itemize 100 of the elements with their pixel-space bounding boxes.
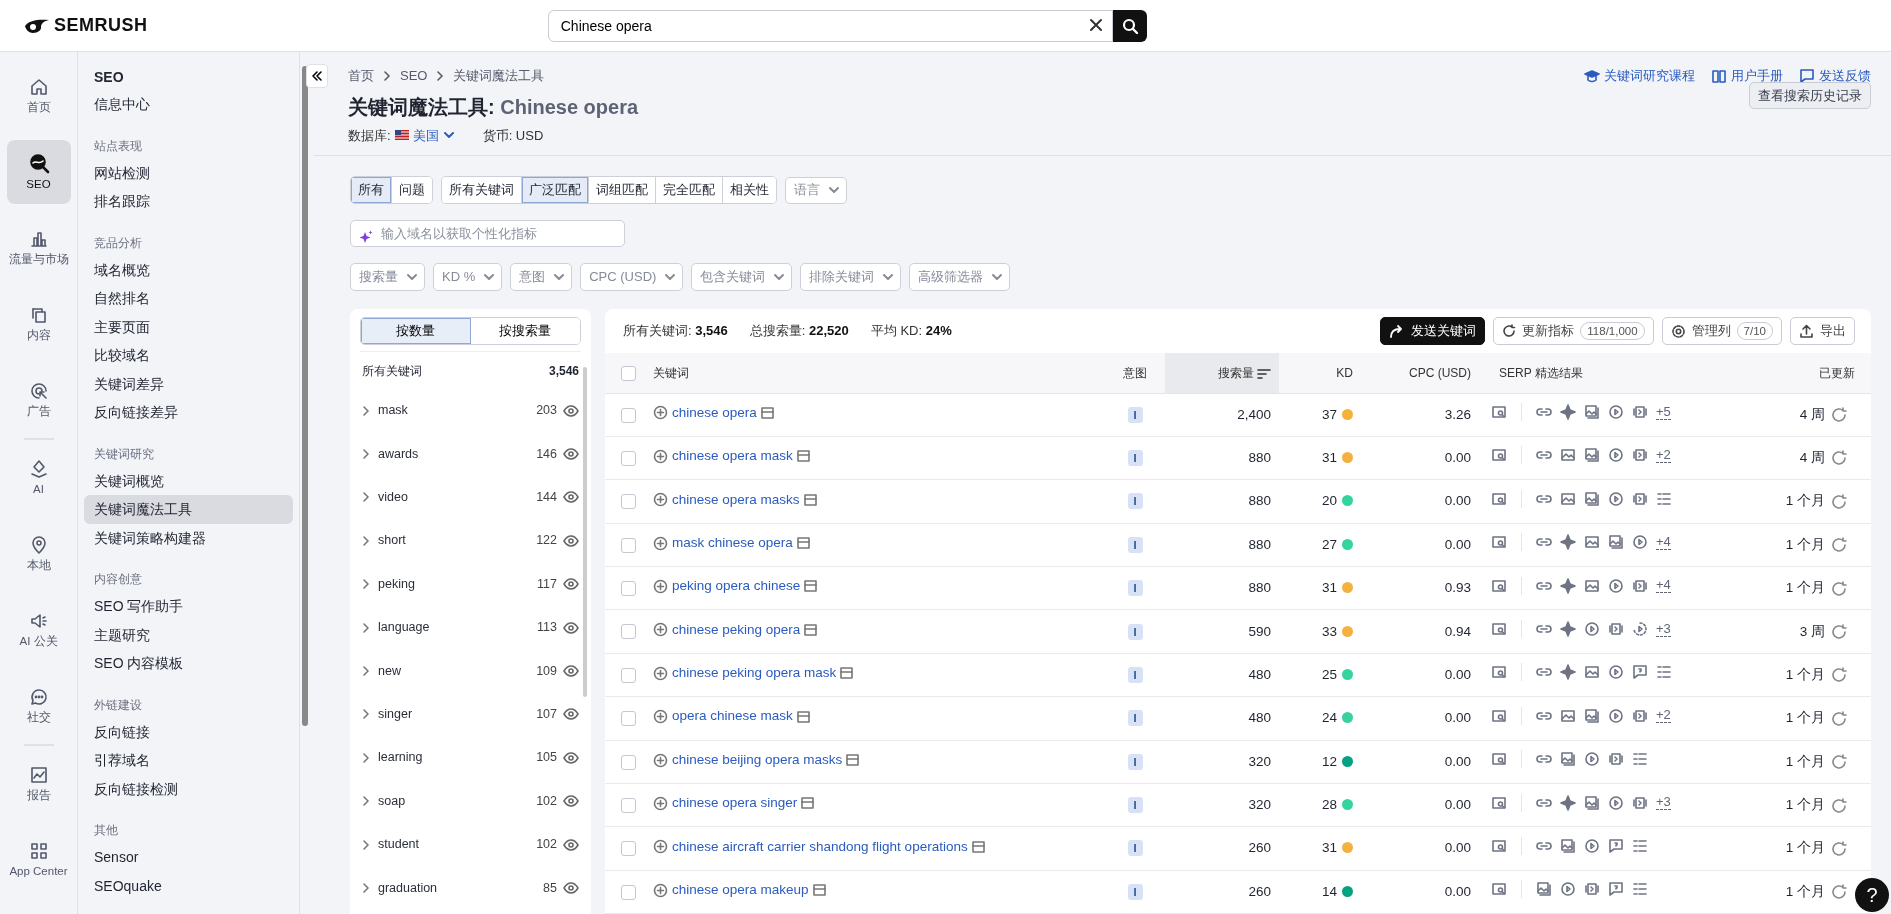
refresh-button[interactable] xyxy=(1831,537,1847,554)
refresh-button[interactable] xyxy=(1831,580,1847,597)
refresh-button[interactable] xyxy=(1831,623,1847,640)
column-header[interactable]: 搜索量 xyxy=(1217,365,1254,380)
sidebar-item[interactable]: 主题研究 xyxy=(84,620,293,649)
keyword-link[interactable]: chinese opera singer xyxy=(672,793,798,814)
clear-button[interactable] xyxy=(1088,17,1103,32)
more-features-link[interactable]: +2 xyxy=(1656,708,1671,724)
sidebar-item[interactable]: 关键词概览 xyxy=(84,466,293,495)
rail-nav-item[interactable]: SEO xyxy=(6,140,71,204)
help-link[interactable]: 关键词研究课程 xyxy=(1584,66,1695,86)
keyword-link[interactable]: peking opera chinese xyxy=(672,576,801,597)
keyword-link[interactable]: opera chinese mask xyxy=(672,706,793,727)
keyword-link[interactable]: chinese opera makeup xyxy=(672,880,809,901)
breadcrumb-link[interactable]: 首页 xyxy=(348,66,374,86)
keyword-link[interactable]: chinese aircraft carrier shandong flight operations xyxy=(672,836,968,857)
eye-button[interactable] xyxy=(563,534,579,547)
refresh-button[interactable] xyxy=(1831,407,1847,423)
refresh-button[interactable] xyxy=(1831,797,1847,814)
more-features-link[interactable]: +3 xyxy=(1656,795,1671,811)
update-metrics-button[interactable]: 更新指标 118/1,000 xyxy=(1493,317,1654,345)
sidebar-item[interactable]: 关键词差异 xyxy=(84,369,293,398)
scrollbar-thumb[interactable] xyxy=(583,367,587,697)
database-dropdown[interactable]: 美国 xyxy=(394,125,455,145)
domain-input[interactable]: 输入域名以获取个性化指标 xyxy=(350,220,625,247)
eye-button[interactable] xyxy=(563,665,579,678)
scrollbar-thumb[interactable] xyxy=(302,66,308,726)
rail-nav-item[interactable]: 社交 xyxy=(6,674,71,738)
filter-dropdown[interactable]: 排除关键词 xyxy=(800,263,902,291)
column-header[interactable]: 意图 xyxy=(1123,365,1147,380)
search-button[interactable] xyxy=(1112,9,1147,42)
row-checkbox[interactable] xyxy=(621,841,636,857)
expand-button[interactable] xyxy=(360,708,372,721)
keyword-link[interactable]: chinese beijing opera masks xyxy=(672,749,843,771)
refresh-button[interactable] xyxy=(1831,840,1847,857)
eye-button[interactable] xyxy=(563,491,579,504)
sidebar-item[interactable]: 主要页面 xyxy=(84,312,293,341)
rail-nav-item[interactable]: 内容 xyxy=(6,292,71,356)
more-features-link[interactable]: +4 xyxy=(1656,534,1671,550)
keyword-link[interactable]: chinese peking opera xyxy=(672,619,801,640)
more-features-link[interactable]: +4 xyxy=(1656,578,1671,594)
expand-button[interactable] xyxy=(360,404,372,417)
filter-dropdown[interactable]: 意图 xyxy=(510,263,573,291)
row-checkbox[interactable] xyxy=(621,494,636,510)
sidebar-item[interactable]: 反向链接检测 xyxy=(84,774,293,803)
search-field[interactable]: Chinese opera xyxy=(547,9,1113,42)
rail-nav-item[interactable]: 本地 xyxy=(6,522,71,586)
eye-button[interactable] xyxy=(563,838,579,851)
filter-dropdown[interactable]: 包含关键词 xyxy=(691,263,793,291)
keyword-link[interactable]: chinese opera xyxy=(672,402,757,423)
sidebar-item[interactable]: 域名概览 xyxy=(84,255,293,284)
eye-button[interactable] xyxy=(563,751,579,764)
rail-nav-item[interactable]: AI xyxy=(6,446,71,510)
rail-nav-item[interactable]: 流量与市场 xyxy=(6,216,71,280)
keyword-link[interactable]: chinese opera masks xyxy=(672,489,800,510)
row-checkbox[interactable] xyxy=(621,884,636,900)
expand-button[interactable] xyxy=(360,665,372,678)
filter-tab[interactable]: 广泛匹配 xyxy=(522,177,589,203)
expand-button[interactable] xyxy=(360,621,372,634)
sort-toggle[interactable]: 按数量 xyxy=(361,318,471,344)
more-features-link[interactable]: +3 xyxy=(1656,621,1671,637)
sidebar-item[interactable]: 自然排名 xyxy=(84,284,293,313)
sidebar-item[interactable]: SEOquake xyxy=(84,871,293,900)
row-checkbox[interactable] xyxy=(621,450,636,466)
row-checkbox[interactable] xyxy=(621,798,636,813)
expand-button[interactable] xyxy=(360,578,372,591)
rail-nav-item[interactable]: AI 公关 xyxy=(6,598,71,662)
filter-dropdown[interactable]: 高级筛选器 xyxy=(909,263,1011,291)
rail-nav-item[interactable]: 首页 xyxy=(6,64,71,128)
keyword-link[interactable]: chinese peking opera mask xyxy=(672,663,837,684)
refresh-button[interactable] xyxy=(1831,884,1847,901)
refresh-button[interactable] xyxy=(1831,754,1847,771)
rail-nav-item[interactable]: 报告 xyxy=(6,752,71,816)
breadcrumb-link[interactable]: SEO xyxy=(400,66,428,86)
filter-dropdown[interactable]: 搜索量 xyxy=(350,263,425,291)
column-header[interactable]: KD xyxy=(1336,365,1353,380)
row-checkbox[interactable] xyxy=(621,754,636,770)
expand-button[interactable] xyxy=(360,751,372,764)
expand-button[interactable] xyxy=(360,534,372,547)
sidebar-item[interactable]: 排名跟踪 xyxy=(84,187,293,216)
rail-nav-item[interactable]: App Center xyxy=(6,828,71,892)
sidebar-item[interactable]: 比较域名 xyxy=(84,341,293,370)
collapse-button[interactable] xyxy=(306,64,328,88)
send-keywords-button[interactable]: 发送关键词 xyxy=(1380,317,1486,345)
refresh-button[interactable] xyxy=(1831,450,1847,467)
filter-tab[interactable]: 所有 xyxy=(351,177,392,203)
column-header[interactable]: SERP 精选结果 xyxy=(1499,365,1583,380)
sidebar-item[interactable]: 反向链接差异 xyxy=(84,398,293,427)
sidebar-item[interactable]: 引荐域名 xyxy=(84,746,293,775)
row-checkbox[interactable] xyxy=(621,667,636,683)
row-checkbox[interactable] xyxy=(621,711,636,727)
history-button[interactable]: 查看搜索历史记录 xyxy=(1749,81,1871,109)
sidebar-item[interactable]: 反向链接 xyxy=(84,717,293,746)
row-checkbox[interactable] xyxy=(621,581,636,597)
expand-button[interactable] xyxy=(360,838,372,851)
sidebar-item[interactable]: 关键词策略构建器 xyxy=(84,523,293,552)
sidebar-item[interactable]: SEO 写作助手 xyxy=(84,592,293,621)
sidebar-item[interactable]: SEO 内容模板 xyxy=(84,649,293,678)
manage-columns-button[interactable]: 管理列 7/10 xyxy=(1661,317,1782,345)
eye-button[interactable] xyxy=(563,795,579,808)
